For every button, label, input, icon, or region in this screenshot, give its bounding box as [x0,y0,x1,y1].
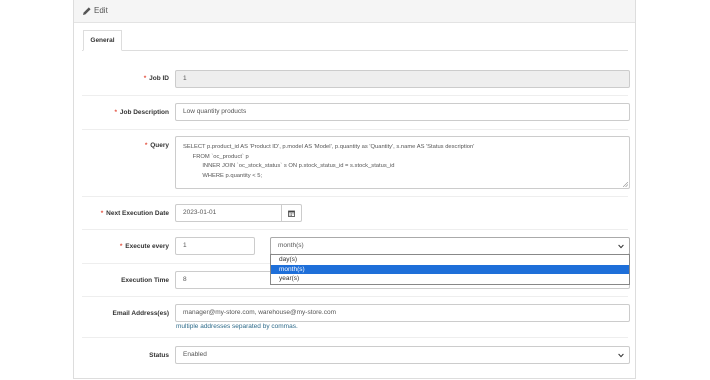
email-addresses-field[interactable]: manager@my-store.com, warehouse@my-store… [175,304,630,322]
query-textarea[interactable]: SELECT p.product_id AS 'Product ID', p.m… [175,136,630,189]
chevron-down-icon [618,244,624,249]
panel-heading: Edit [74,0,635,23]
edit-panel: Edit General * Job ID 1 * Job Descriptio… [73,0,636,379]
query-line: FROM `oc_product` p [183,153,249,160]
row-divider [82,196,628,197]
query-line: SELECT p.product_id AS 'Product ID', p.m… [183,144,475,150]
job-id-label: * Job ID [143,75,169,82]
execute-every-unit-select[interactable]: month(s) [270,237,630,255]
job-id-field: 1 [175,70,630,88]
tabs-divider [82,50,628,51]
job-description-label: * Job Description [114,109,169,116]
execute-every-field[interactable]: 1 [175,237,255,255]
status-select[interactable]: Enabled [175,346,630,364]
dropdown-option-days[interactable]: day(s) [271,255,629,265]
chevron-down-icon [618,353,624,358]
panel-title: Edit [94,6,108,15]
status-value: Enabled [183,351,207,358]
execute-every-unit-value: month(s) [278,242,304,249]
query-label: * Query [144,142,169,149]
row-divider [82,296,628,297]
job-description-field[interactable]: Low quantity products [175,103,630,121]
tab-general[interactable]: General [83,30,122,51]
execute-every-unit-dropdown: day(s) month(s) year(s) [270,254,630,285]
email-help-text: multiple addresses separated by commas. [176,323,298,330]
row-divider [82,129,628,130]
email-addresses-label: Email Address(es) [112,310,169,317]
execution-time-label: Execution Time [121,277,169,284]
execute-every-label: * Execute every [119,243,169,250]
row-divider [82,95,628,96]
resize-handle-icon[interactable] [623,182,628,187]
query-line: INNER JOIN `oc_stock_status` s ON p.stoc… [183,163,395,169]
next-execution-date-label: * Next Execution Date [100,210,169,217]
dropdown-option-months[interactable]: month(s) [271,264,629,274]
pencil-icon [83,7,91,15]
calendar-icon [288,210,295,217]
next-execution-date-field[interactable]: 2023-01-01 [175,204,282,222]
row-divider [82,229,628,230]
calendar-button[interactable] [282,204,302,222]
dropdown-option-years[interactable]: year(s) [271,274,629,284]
row-divider [82,337,628,338]
status-label: Status [149,352,169,359]
query-line: WHERE p.quantity < 5; [183,172,263,179]
